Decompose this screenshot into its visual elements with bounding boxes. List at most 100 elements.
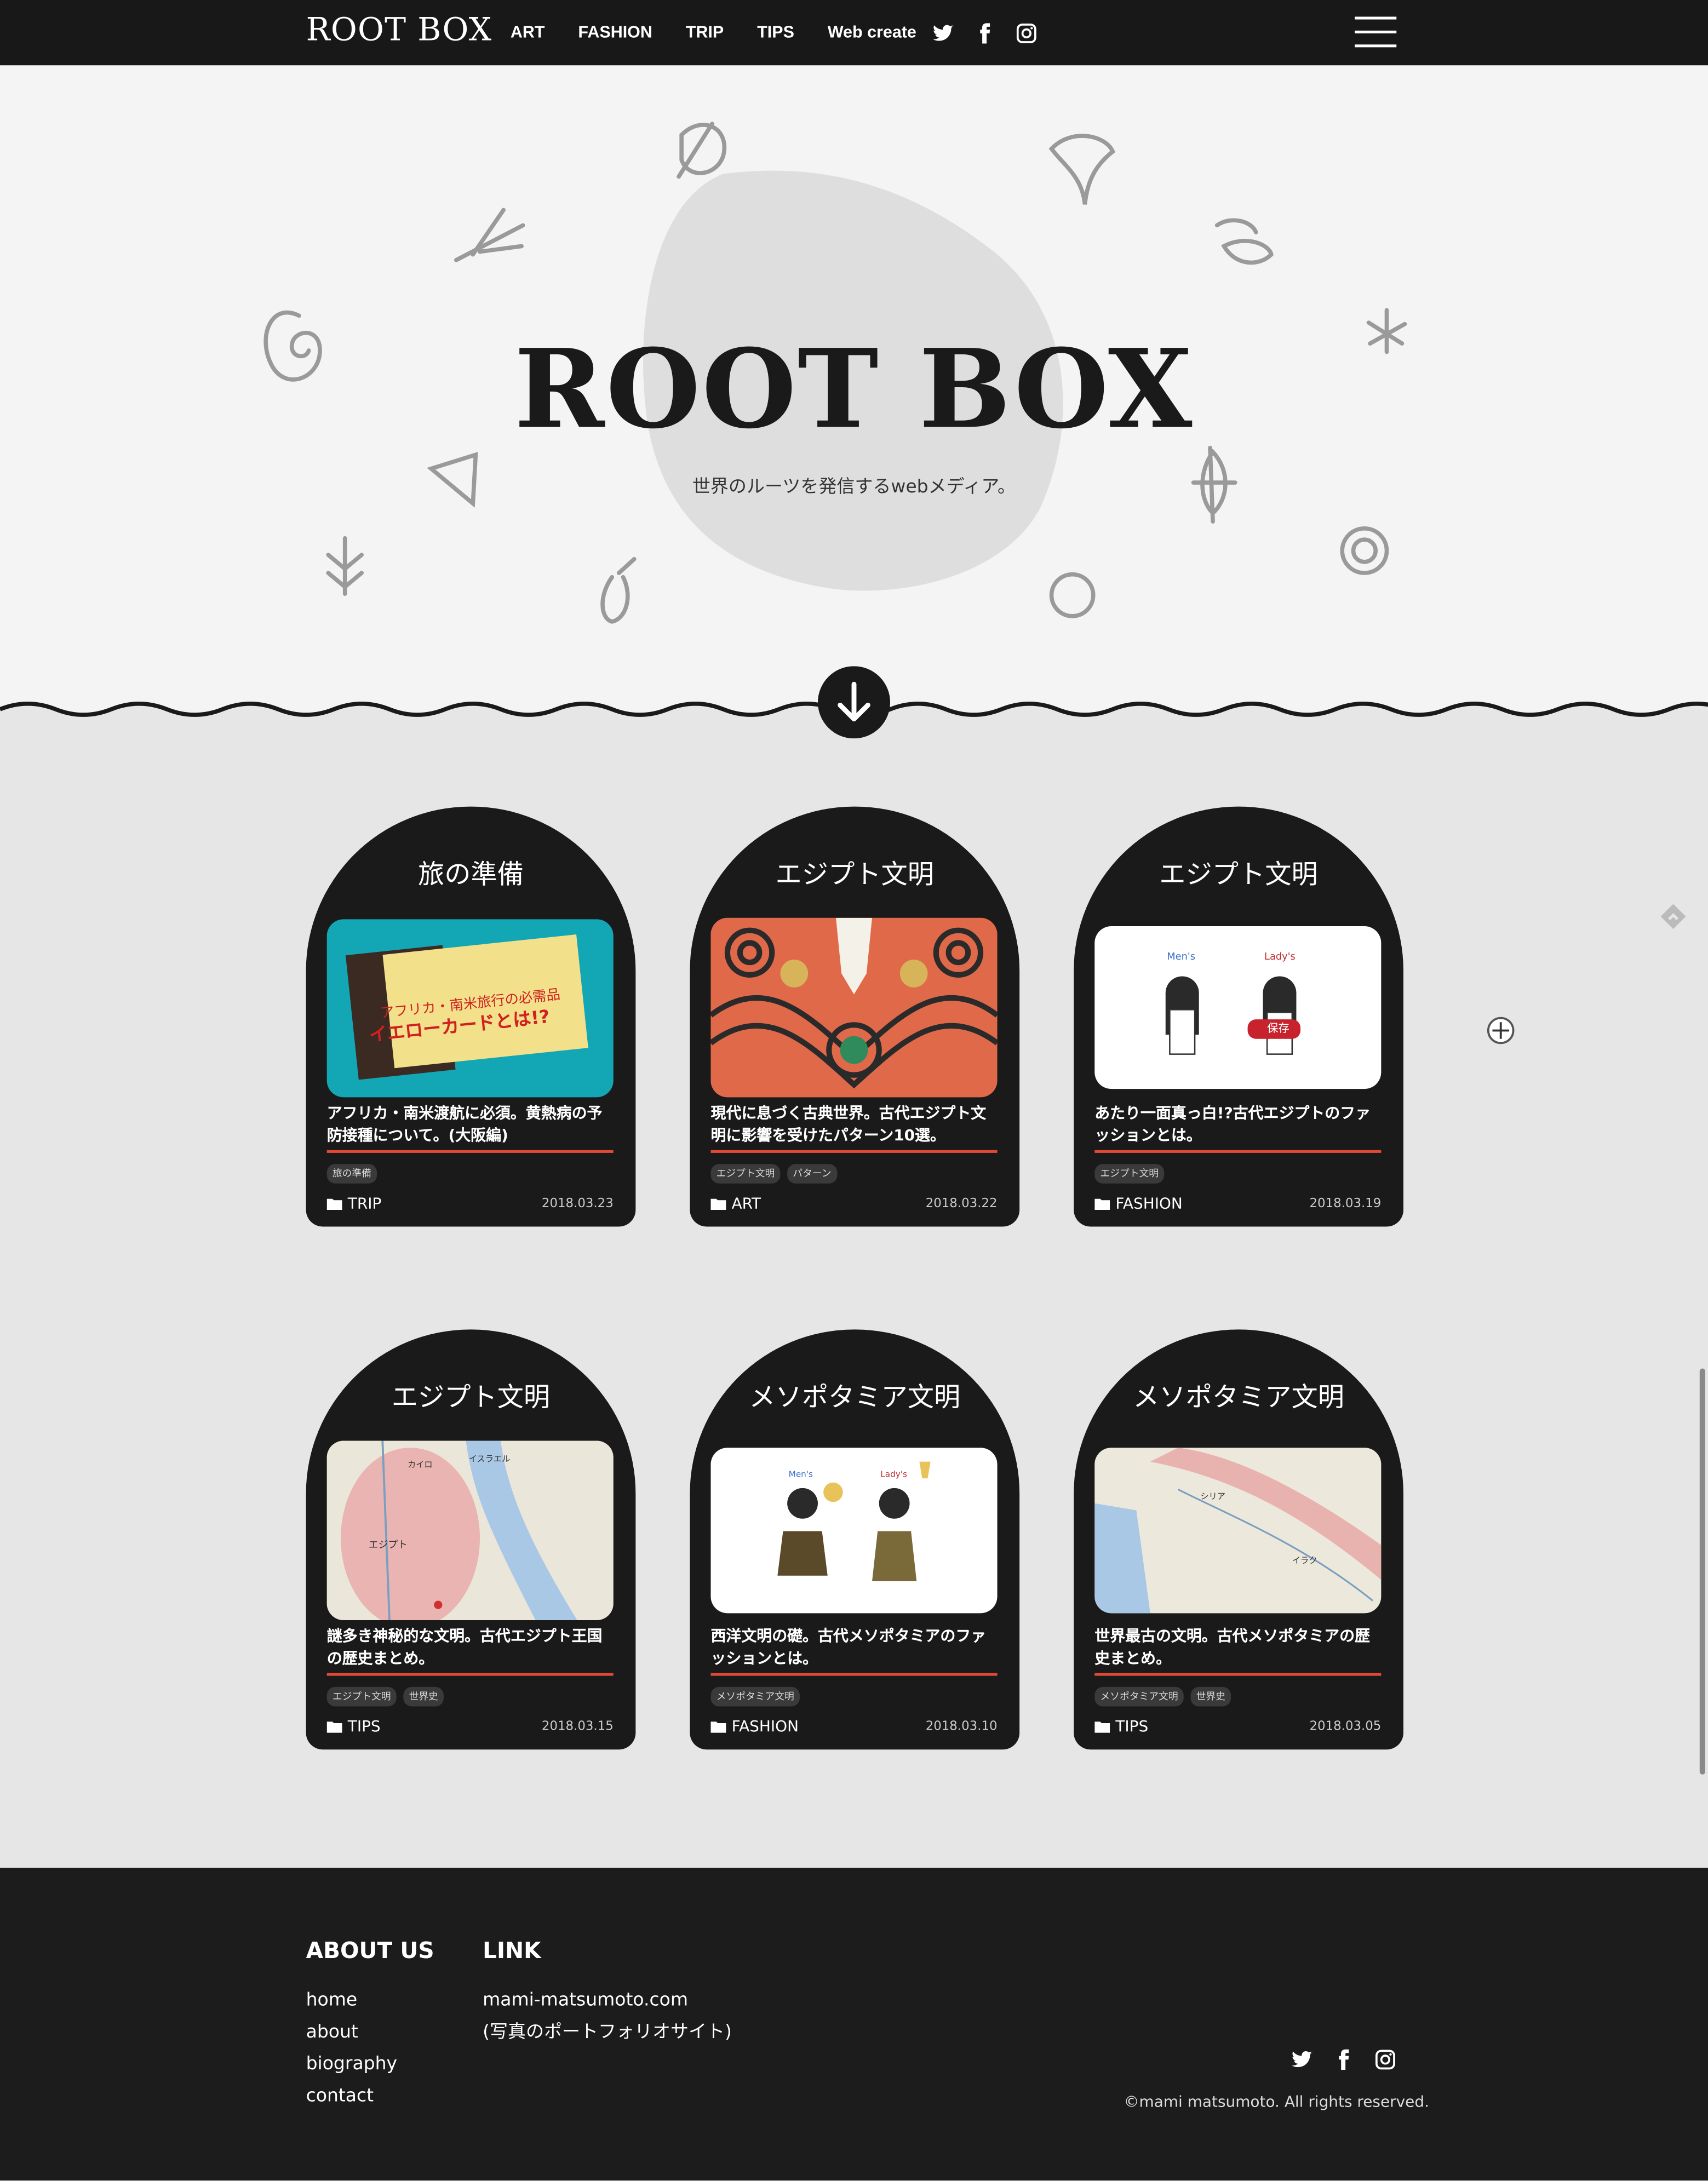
article-thumbnail[interactable]: シリア イラク [1094, 1448, 1382, 1614]
pattern-image [710, 917, 998, 1098]
nav-art[interactable]: ART [511, 22, 545, 42]
instagram-icon[interactable] [1016, 22, 1038, 45]
article-thumbnail[interactable]: エジプト イスラエル カイロ [326, 1440, 614, 1621]
hero-subtitle: 世界のルーツを発信するwebメディア。 [692, 477, 1016, 498]
card-title[interactable]: 世界最古の文明。古代メソポタミアの歴史まとめ。 [1094, 1626, 1381, 1670]
tag[interactable]: 世界史 [1190, 1686, 1231, 1707]
tag[interactable]: 旅の準備 [326, 1164, 377, 1184]
article-card[interactable]: エジプト文明 エジプト イスラエル カイロ 謎多き神秘的な文明。古代エジプト王国… [306, 1329, 636, 1750]
article-card[interactable]: 旅の準備 アフリカ・南米旅行の必需品 イエローカードとは!? アフリカ・南米渡航… [306, 806, 636, 1227]
tag[interactable]: エジプト文明 [326, 1686, 397, 1707]
folder-icon [326, 1721, 342, 1733]
move-cursor-icon [1487, 1017, 1515, 1044]
card-divider [1094, 1150, 1382, 1153]
card-title[interactable]: 謎多き神秘的な文明。古代エジプト王国の歴史まとめ。 [327, 1626, 614, 1670]
portfolio-link[interactable]: mami-matsumoto.com [483, 1990, 688, 2011]
tag[interactable]: パターン [787, 1164, 837, 1184]
footer-link-biography[interactable]: biography [306, 2054, 398, 2075]
map-image [326, 1440, 614, 1621]
hamburger-menu-icon[interactable] [1355, 16, 1397, 50]
article-card[interactable]: エジプト文明 Men's Lady's 保存 あたり一面真っ白!?古代エジプトの… [1074, 806, 1403, 1227]
map-image [1094, 1448, 1382, 1614]
fashion-illustration [1165, 976, 1301, 1055]
instagram-icon[interactable] [1374, 2048, 1397, 2071]
twitter-icon[interactable] [932, 22, 954, 45]
scroll-down-arrow-icon[interactable] [817, 666, 891, 739]
hero-title: ROOT BOX [514, 326, 1194, 454]
card-title[interactable]: 西洋文明の礎。古代メソポタミアのファッションとは。 [710, 1626, 997, 1670]
card-category-label: TIPS [347, 1717, 381, 1736]
card-divider [710, 1673, 998, 1676]
facebook-icon[interactable] [1332, 2048, 1355, 2071]
card-divider [326, 1150, 614, 1153]
card-category-title: メソポタミア文明 [749, 1382, 961, 1413]
card-category[interactable]: TIPS [326, 1717, 381, 1736]
card-category[interactable]: ART [710, 1195, 761, 1213]
link-heading: LINK [483, 1937, 541, 1964]
footer-social-links [1291, 2048, 1396, 2071]
card-tags: エジプト文明 [1094, 1164, 1165, 1184]
article-thumbnail[interactable]: アフリカ・南米旅行の必需品 イエローカードとは!? [326, 919, 614, 1098]
card-tags: エジプト文明 世界史 [326, 1686, 444, 1707]
map-label: エジプト [368, 1539, 408, 1551]
main-nav: ART FASHION TRIP TIPS Web create [511, 22, 950, 42]
article-card[interactable]: メソポタミア文明 Men's Lady's 西洋文明の礎。古代メソポタミアのファ… [690, 1329, 1020, 1750]
fashion-illustration [777, 1461, 931, 1581]
card-title[interactable]: あたり一面真っ白!?古代エジプトのファッションとは。 [1094, 1103, 1381, 1147]
nav-trip[interactable]: TRIP [686, 22, 724, 42]
folder-icon [326, 1198, 342, 1210]
footer-link-home[interactable]: home [306, 1990, 358, 2011]
tag[interactable]: 世界史 [403, 1686, 444, 1707]
card-divider [1094, 1673, 1382, 1676]
folder-icon [1094, 1721, 1110, 1733]
map-label: シリア [1200, 1492, 1225, 1502]
article-card[interactable]: エジプト文明 現代に息づく古典世界。古代エジプト文明に影響を受けたパターン10選… [690, 806, 1020, 1227]
facebook-icon[interactable] [973, 22, 996, 45]
card-category-label: TIPS [1115, 1717, 1149, 1736]
footer-link-contact[interactable]: contact [306, 2086, 374, 2107]
card-divider [326, 1673, 614, 1676]
card-tags: エジプト文明 パターン [710, 1164, 837, 1184]
folder-icon [1094, 1198, 1110, 1210]
hero-section: ROOT BOX 世界のルーツを発信するwebメディア。 [0, 65, 1708, 719]
map-label: カイロ [407, 1460, 433, 1470]
card-category[interactable]: TRIP [326, 1195, 382, 1213]
card-category[interactable]: TIPS [1094, 1718, 1148, 1736]
card-date: 2018.03.23 [541, 1197, 614, 1212]
about-us-heading: ABOUT US [306, 1937, 434, 1964]
footer-link-about[interactable]: about [306, 2022, 358, 2043]
top-navigation-bar: ROOT BOX ART FASHION TRIP TIPS Web creat… [0, 0, 1708, 66]
card-date: 2018.03.10 [925, 1720, 998, 1735]
nav-web-create[interactable]: Web create [828, 22, 916, 42]
article-card[interactable]: メソポタミア文明 シリア イラク 世界最古の文明。古代メソポタミアの歴史まとめ。… [1074, 1329, 1403, 1750]
tag[interactable]: エジプト文明 [1094, 1164, 1165, 1184]
card-title[interactable]: アフリカ・南米渡航に必須。黄熱病の予防接種について。(大阪編) [327, 1103, 614, 1147]
article-thumbnail[interactable] [710, 917, 998, 1098]
page-scrollbar[interactable] [1699, 1368, 1705, 1775]
card-divider [710, 1150, 998, 1153]
page: ROOT BOX ART FASHION TRIP TIPS Web creat… [0, 0, 1708, 2181]
card-category-label: TRIP [347, 1195, 382, 1213]
article-thumbnail[interactable]: Men's Lady's 保存 [1094, 926, 1382, 1089]
site-footer: ABOUT US home about biography contact LI… [0, 1868, 1708, 2181]
nav-tips[interactable]: TIPS [757, 22, 794, 42]
card-category-label: FASHION [731, 1717, 799, 1736]
twitter-icon[interactable] [1291, 2048, 1313, 2071]
tag[interactable]: エジプト文明 [710, 1164, 781, 1184]
pinterest-save-button[interactable]: 保存 [1267, 1021, 1289, 1036]
card-title[interactable]: 現代に息づく古典世界。古代エジプト文明に影響を受けたパターン10選。 [710, 1103, 997, 1147]
card-tags: メソポタミア文明 世界史 [1094, 1686, 1231, 1707]
site-logo[interactable]: ROOT BOX [306, 13, 492, 49]
card-category-title: メソポタミア文明 [1133, 1382, 1345, 1413]
card-category-title: 旅の準備 [417, 859, 524, 891]
nav-fashion[interactable]: FASHION [578, 22, 652, 42]
tag[interactable]: メソポタミア文明 [1094, 1686, 1184, 1707]
tag[interactable]: メソポタミア文明 [710, 1686, 800, 1707]
feedly-icon[interactable] [1659, 903, 1687, 931]
card-category-title: エジプト文明 [391, 1382, 551, 1413]
article-thumbnail[interactable]: Men's Lady's [710, 1448, 998, 1614]
card-category[interactable]: FASHION [1094, 1195, 1183, 1213]
card-category-label: ART [731, 1195, 761, 1213]
card-date: 2018.03.22 [925, 1197, 998, 1212]
card-category[interactable]: FASHION [710, 1718, 799, 1736]
